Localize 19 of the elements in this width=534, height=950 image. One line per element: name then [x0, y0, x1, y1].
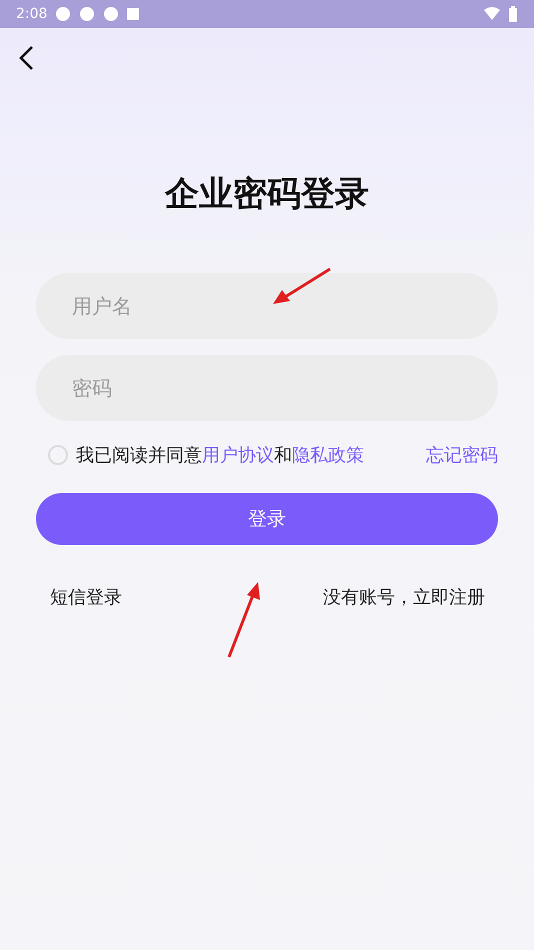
agreement-checkbox[interactable]	[48, 445, 68, 465]
battery-icon	[508, 6, 518, 22]
username-field[interactable]: 用户名	[36, 273, 498, 339]
forgot-password-link[interactable]: 忘记密码	[426, 443, 498, 467]
wifi-icon	[484, 7, 500, 21]
password-field[interactable]: 密码	[36, 355, 498, 421]
privacy-policy-link[interactable]: 隐私政策	[292, 445, 364, 466]
status-time: 2:08	[16, 6, 48, 22]
notification-icon	[79, 6, 96, 22]
login-button[interactable]: 登录	[36, 493, 498, 545]
square-icon	[127, 8, 140, 20]
sms-login-link[interactable]: 短信登录	[50, 585, 122, 609]
notification-icon	[103, 6, 120, 22]
agreement-text: 我已阅读并同意用户协议和隐私政策	[76, 444, 365, 467]
notification-icon	[55, 6, 72, 22]
register-link[interactable]: 没有账号，立即注册	[323, 585, 485, 609]
page-title: 企业密码登录	[164, 173, 370, 216]
annotation-arrow	[273, 268, 331, 304]
user-agreement-link[interactable]: 用户协议	[202, 445, 274, 466]
